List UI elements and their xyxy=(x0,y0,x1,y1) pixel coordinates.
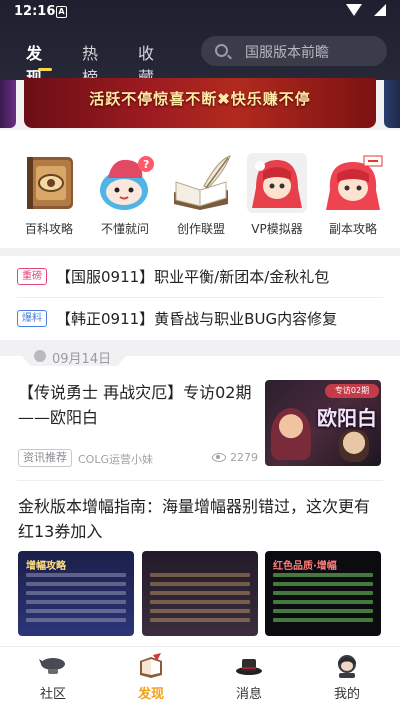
search-input[interactable]: 国服版本前瞻 xyxy=(201,36,387,66)
notice-item[interactable]: 爆料 【韩正0911】黄昏战与职业BUG内容修复 xyxy=(0,298,400,340)
search-icon xyxy=(215,44,228,57)
ask-mascot-icon: ? xyxy=(94,152,156,214)
nav-label: 我的 xyxy=(333,687,360,702)
article-image: 红色品质·增幅 xyxy=(265,551,381,636)
discover-book-icon xyxy=(137,653,165,679)
article-author: COLG运营小妹 xyxy=(78,453,153,466)
quick-entry-label: 不懂就问 xyxy=(100,222,149,236)
article-thumbnail: 专访02期 欧阳白 xyxy=(265,380,381,466)
nav-label: 发现 xyxy=(137,687,164,702)
clock-icon xyxy=(34,350,46,362)
dungeon-guide-character-icon xyxy=(322,152,384,214)
signal-icon xyxy=(374,4,386,16)
open-book-quill-icon xyxy=(170,152,232,214)
tab-indicator xyxy=(38,68,52,71)
article-category-tag: 资讯推荐 xyxy=(18,449,72,467)
article-image: 增幅攻略 xyxy=(18,551,134,636)
nav-label: 消息 xyxy=(235,687,262,702)
quick-entry-label: 副本攻略 xyxy=(328,222,377,236)
article-image xyxy=(142,551,258,636)
nav-discover[interactable]: 发现 xyxy=(116,653,186,702)
notice-tag: 重磅 xyxy=(17,268,47,285)
quick-entry-label: 百科攻略 xyxy=(24,222,73,236)
app-header: 12:16 A 发现 热榜 收藏 国服版本前瞻 xyxy=(0,0,400,87)
promo-banner[interactable]: 活跃不停惊喜不断✖快乐赚不停 xyxy=(24,78,376,128)
status-time: 12:16 xyxy=(14,4,56,19)
quick-entry-dungeon-guide[interactable]: 副本攻略 xyxy=(318,152,388,237)
notice-text: 【国服0911】职业平衡/新团本/金秋礼包 xyxy=(56,268,330,286)
nav-messages[interactable]: 消息 xyxy=(214,653,284,702)
banner-text: 活跃不停惊喜不断✖快乐赚不停 xyxy=(89,90,311,108)
bottom-nav: 社区 发现 消息 我的 xyxy=(0,646,400,712)
quick-entries: 百科攻略 ? 不懂就问 创作联盟 VP模拟器 副本攻略 xyxy=(0,142,400,242)
wifi-icon xyxy=(346,4,362,16)
quick-entry-label: VP模拟器 xyxy=(251,222,303,236)
status-bar: 12:16 A xyxy=(0,0,400,26)
community-airship-icon xyxy=(39,653,67,679)
quick-entry-ask[interactable]: ? 不懂就问 xyxy=(90,152,160,237)
quick-entry-label: 创作联盟 xyxy=(176,222,225,236)
search-placeholder: 国服版本前瞻 xyxy=(245,45,329,61)
thumbnail-title: 欧阳白 xyxy=(317,406,377,430)
thumbnail-portrait xyxy=(339,430,369,462)
sim-icon: A xyxy=(56,6,67,18)
banner-prev-peek[interactable] xyxy=(0,80,16,128)
article-views: 2279 xyxy=(230,451,258,464)
quick-entry-creator[interactable]: 创作联盟 xyxy=(166,152,236,237)
notice-tag: 爆料 xyxy=(17,310,47,327)
notice-item[interactable]: 重磅 【国服0911】职业平衡/新团本/金秋礼包 xyxy=(0,256,400,298)
article-separator xyxy=(17,480,383,481)
article-title: 【传说勇士 再战灾厄】专访02期——欧阳白 xyxy=(18,383,252,427)
image-caption: 红色品质·增幅 xyxy=(273,561,337,572)
nav-label: 社区 xyxy=(39,687,66,702)
message-hat-icon xyxy=(235,653,263,679)
vp-simulator-character-icon xyxy=(246,152,308,214)
nav-profile[interactable]: 我的 xyxy=(312,653,382,702)
encyclopedia-book-icon xyxy=(18,152,80,214)
date-chip: 09月14日 xyxy=(22,346,126,366)
nav-community[interactable]: 社区 xyxy=(18,653,88,702)
thumbnail-badge: 专访02期 xyxy=(325,384,379,398)
quick-entry-vp-simulator[interactable]: VP模拟器 xyxy=(242,152,312,237)
banner-next-peek[interactable] xyxy=(384,80,400,128)
profile-avatar-icon xyxy=(333,653,361,679)
article-meta: 资讯推荐 COLG运营小妹 2279 xyxy=(18,449,258,469)
banner-pagination xyxy=(184,120,214,123)
eye-icon xyxy=(212,453,226,462)
image-caption: 增幅攻略 xyxy=(26,561,66,572)
quick-entry-encyclopedia[interactable]: 百科攻略 xyxy=(14,152,84,237)
article-title: 金秋版本增幅指南：海量增幅器别错过，这次更有红13券加入 xyxy=(18,497,371,541)
svg-text:?: ? xyxy=(143,158,149,171)
section-divider xyxy=(0,248,400,256)
thumbnail-character xyxy=(271,408,311,460)
notice-text: 【韩正0911】黄昏战与职业BUG内容修复 xyxy=(56,310,338,328)
date-text: 09月14日 xyxy=(52,352,112,367)
